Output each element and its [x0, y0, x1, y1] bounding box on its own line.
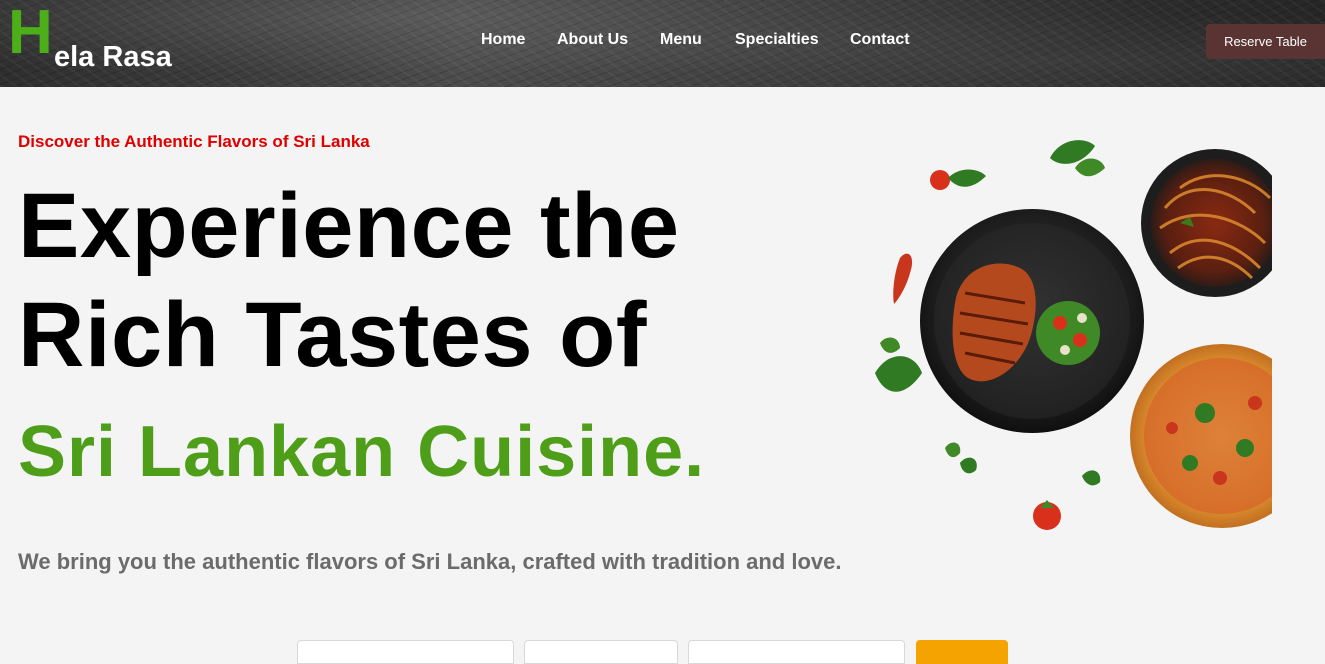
- nav-specialties[interactable]: Specialties: [735, 30, 819, 50]
- nav-about-us[interactable]: About Us: [557, 30, 628, 50]
- hero-title-line1: Experience the: [18, 175, 680, 277]
- name-field[interactable]: [297, 640, 514, 664]
- hero-title-highlight: Sri Lankan Cuisine.: [18, 412, 706, 492]
- submit-button[interactable]: [916, 640, 1008, 664]
- hero-eyebrow: Discover the Authentic Flavors of Sri La…: [18, 132, 370, 151]
- guests-field[interactable]: [688, 640, 905, 664]
- site-header: H ela Rasa Home About Us Menu Specialtie…: [0, 0, 1325, 87]
- logo-initial: H: [8, 0, 53, 67]
- nav-home[interactable]: Home: [481, 30, 525, 50]
- food-platter-image: [875, 140, 1272, 530]
- nav-menu[interactable]: Menu: [660, 30, 702, 50]
- logo-text: ela Rasa: [54, 41, 172, 73]
- date-field[interactable]: [524, 640, 678, 664]
- hero-subtitle: We bring you the authentic flavors of Sr…: [18, 549, 842, 574]
- hero-title-line2: Rich Tastes of: [18, 284, 647, 386]
- nav-contact[interactable]: Contact: [850, 30, 910, 50]
- hero-title: Experience the Rich Tastes of: [18, 172, 778, 390]
- reserve-table-button[interactable]: Reserve Table: [1206, 24, 1325, 59]
